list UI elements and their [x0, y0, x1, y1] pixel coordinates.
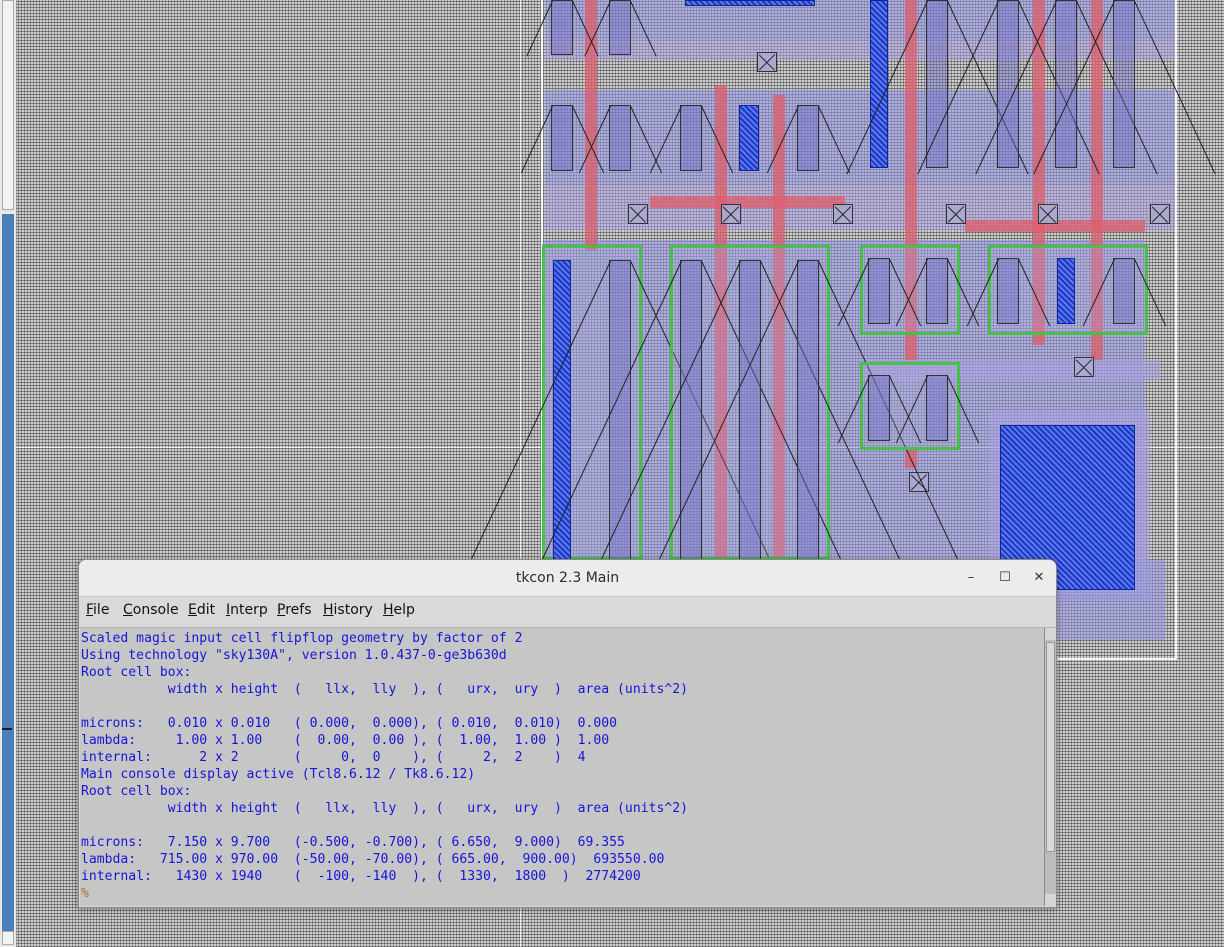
ndiff-column: [870, 0, 888, 168]
ndiff-patch: [1057, 258, 1075, 324]
via: [1150, 204, 1170, 224]
tkcon-window[interactable]: tkcon 2.3 Main – ☐ ✕ File Console Edit I…: [78, 559, 1057, 908]
poly-gate: [585, 0, 597, 250]
met1-rail: [545, 40, 1175, 60]
diff-contact: [997, 0, 1019, 168]
via: [833, 204, 853, 224]
diff-contact: [1113, 258, 1135, 324]
scrollbar-thumb[interactable]: [2, 0, 14, 210]
console-output[interactable]: Scaled magic input cell flipflop geometr…: [80, 628, 1044, 906]
console-line: width x height ( llx, lly ), ( urx, ury …: [81, 801, 688, 816]
console-line: Main console display active (Tcl8.6.12 /…: [81, 767, 476, 782]
menu-bar: File Console Edit Interp Prefs History H…: [79, 597, 1056, 628]
scroll-down-arrow[interactable]: [2, 931, 14, 945]
scrollbar-trough[interactable]: [2, 214, 14, 934]
menu-history[interactable]: History: [323, 602, 373, 618]
console-line: Scaled magic input cell flipflop geometr…: [81, 631, 523, 646]
menu-file[interactable]: File: [86, 602, 109, 618]
diff-contact: [739, 260, 761, 560]
diff-contact: [1055, 0, 1077, 168]
console-line: Root cell box:: [81, 665, 192, 680]
li-region: [545, 90, 1175, 185]
menu-console[interactable]: Console: [123, 602, 179, 618]
diff-contact: [1113, 0, 1135, 168]
console-line: internal: 2 x 2 ( 0, 0 ), ( 2, 2 ) 4: [81, 750, 586, 765]
console-line: internal: 1430 x 1940 ( -100, -140 ), ( …: [81, 869, 641, 884]
scroll-position-marker: [2, 728, 12, 730]
close-button[interactable]: ✕: [1029, 568, 1049, 588]
canvas-scrollbar[interactable]: [0, 0, 17, 947]
diff-contact: [926, 258, 948, 324]
menu-edit[interactable]: Edit: [188, 602, 215, 618]
diff-contact: [926, 0, 948, 168]
console-line: Root cell box:: [81, 784, 192, 799]
via: [757, 52, 777, 72]
maximize-button[interactable]: ☐: [995, 568, 1015, 588]
console-line: lambda: 715.00 x 970.00 (-50.00, -70.00)…: [81, 852, 665, 867]
diff-contact: [868, 375, 890, 441]
diff-contact: [868, 258, 890, 324]
scrollbar-thumb[interactable]: [1046, 642, 1055, 852]
console-line: lambda: 1.00 x 1.00 ( 0.00, 0.00 ), ( 1.…: [81, 733, 610, 748]
console-scrollbar[interactable]: [1044, 628, 1056, 906]
diff-contact: [551, 0, 573, 55]
scroll-down-arrow[interactable]: [1045, 894, 1056, 906]
diff-contact: [797, 260, 819, 560]
via: [628, 204, 648, 224]
console-line: microns: 7.150 x 9.700 (-0.500, -0.700),…: [81, 835, 625, 850]
ndiff-patch: [739, 105, 759, 171]
diff-contact: [609, 105, 631, 171]
console-line: width x height ( llx, lly ), ( urx, ury …: [81, 682, 688, 697]
console-line: Using technology "sky130A", version 1.0.…: [81, 648, 507, 663]
diff-contact: [680, 105, 702, 171]
window-title: tkcon 2.3 Main: [515, 570, 620, 586]
diff-contact: [609, 0, 631, 55]
console-line: microns: 0.010 x 0.010 ( 0.000, 0.000), …: [81, 716, 618, 731]
poly-route: [650, 196, 845, 208]
menu-prefs[interactable]: Prefs: [277, 602, 312, 618]
minimize-button[interactable]: –: [961, 568, 981, 588]
diff-contact: [680, 260, 702, 560]
diff-contact: [997, 258, 1019, 324]
diff-contact: [797, 105, 819, 171]
console-prompt[interactable]: %: [81, 885, 89, 902]
ndiff-strip: [685, 0, 815, 6]
menu-interp[interactable]: Interp: [226, 602, 268, 618]
diff-contact: [926, 375, 948, 441]
via: [1038, 204, 1058, 224]
via: [946, 204, 966, 224]
via: [721, 204, 741, 224]
diff-contact: [551, 105, 573, 171]
title-bar[interactable]: tkcon 2.3 Main – ☐ ✕: [79, 560, 1056, 597]
via: [1074, 357, 1094, 377]
menu-help[interactable]: Help: [383, 602, 415, 618]
scroll-up-arrow[interactable]: [1045, 628, 1056, 640]
